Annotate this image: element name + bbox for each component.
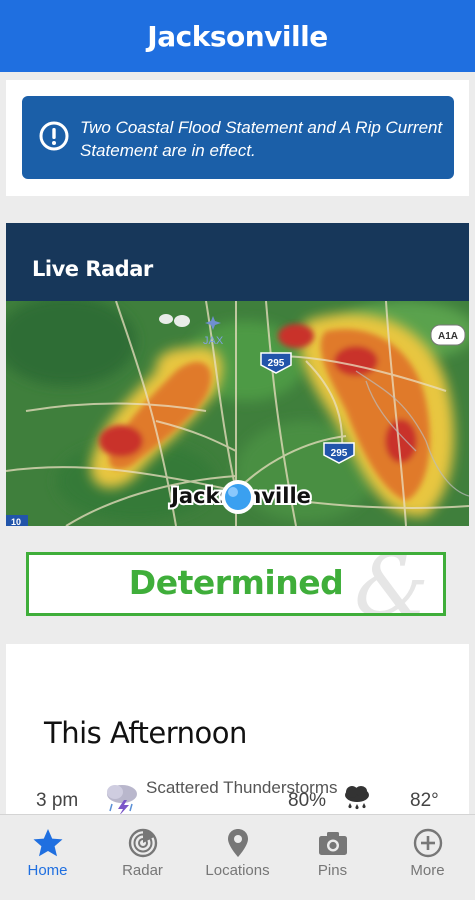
star-icon [33, 829, 62, 857]
page-title: Jacksonville [147, 19, 328, 53]
rain-cloud-icon [345, 786, 369, 810]
camera-icon [318, 832, 347, 855]
forecast-precip-chance: 80% [288, 790, 327, 811]
ad-banner[interactable]: & Determined [26, 552, 446, 616]
location-pin-icon [227, 829, 248, 857]
tab-radar[interactable]: Radar [95, 815, 190, 900]
radar-title: Live Radar [32, 257, 153, 281]
tab-label-pins: Pins [317, 862, 348, 879]
radar-icon [128, 828, 157, 858]
forecast-title: This Afternoon [44, 716, 247, 750]
alert-banner[interactable]: Two Coastal Flood Statement and A Rip Cu… [22, 96, 454, 179]
tab-label-home: Home [27, 862, 68, 879]
location-marker-icon[interactable] [221, 480, 255, 514]
tab-bar: Home Radar Locations Pins More [0, 814, 475, 900]
svg-text:10: 10 [11, 517, 21, 526]
alert-card: Two Coastal Flood Statement and A Rip Cu… [6, 80, 469, 196]
svg-text:295: 295 [268, 358, 285, 369]
radar-map[interactable]: JAX 295 295 A1A 10 Jacksonville [6, 301, 469, 526]
tab-label-more: More [410, 862, 445, 879]
alert-icon [39, 121, 69, 151]
route-badge-a1a: A1A [430, 324, 466, 346]
ad-text: Determined [128, 563, 344, 602]
thunderstorm-icon [107, 785, 137, 816]
tab-home[interactable]: Home [0, 815, 95, 900]
route-badge-10: 10 [6, 515, 28, 526]
map-label-airport: JAX [203, 335, 224, 347]
forecast-time: 3 pm [36, 790, 79, 811]
radar-card[interactable]: Live Radar JAX 295 295 A1A 10 [6, 223, 469, 526]
alert-text: Two Coastal Flood Statement and A Rip Cu… [80, 118, 443, 160]
plus-circle-icon [413, 828, 442, 858]
svg-text:A1A: A1A [438, 331, 458, 342]
tab-more[interactable]: More [380, 815, 475, 900]
app-header: Jacksonville [0, 0, 475, 72]
tab-label-locations: Locations [205, 862, 270, 879]
tab-label-radar: Radar [122, 862, 163, 879]
tab-locations[interactable]: Locations [190, 815, 285, 900]
radar-map-image: JAX 295 295 A1A 10 Jacksonville [6, 301, 469, 526]
tab-pins[interactable]: Pins [285, 815, 380, 900]
forecast-temp: 82° [410, 790, 439, 811]
svg-text:295: 295 [331, 448, 348, 459]
